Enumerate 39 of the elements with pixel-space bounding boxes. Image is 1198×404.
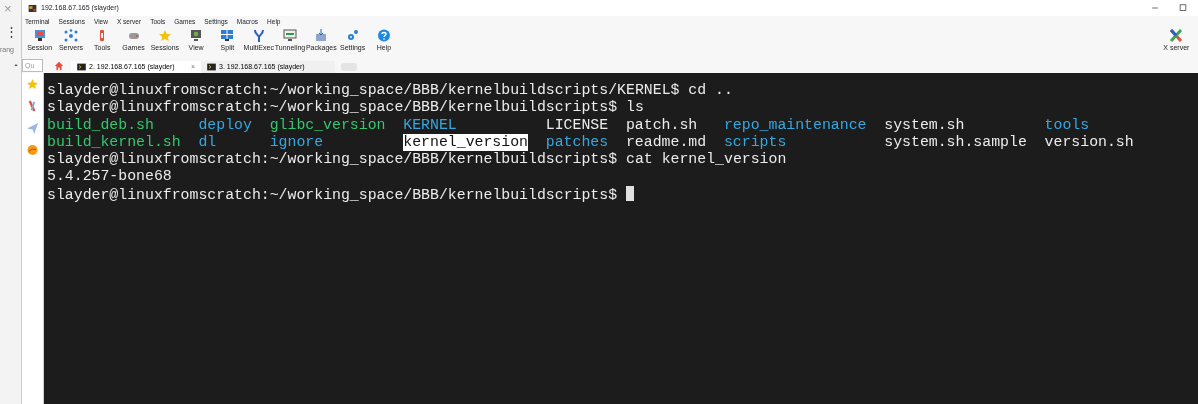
terminal-line: slayder@linuxfromscratch:~/working_space/BBB/kernelbuildscripts$ cat kernel_version bbox=[47, 151, 787, 168]
session-icon bbox=[32, 29, 47, 42]
file-name: LICENSE bbox=[545, 116, 610, 134]
file-name: build_deb.sh bbox=[47, 116, 155, 134]
file-name: system.sh.sample bbox=[884, 133, 1028, 152]
file-name: system.sh bbox=[884, 116, 966, 134]
file-name: kernel_version bbox=[403, 133, 528, 152]
terminal-output: 5.4.257-bone68 bbox=[47, 168, 172, 185]
maximize-icon[interactable] bbox=[1178, 3, 1188, 13]
terminal-line: slayder@linuxfromscratch:~/working_space/BBB/kernelbuildscripts/KERNEL$ cd .. bbox=[47, 82, 733, 98]
file-name: patch.sh bbox=[625, 116, 699, 134]
file-name: glibc_version bbox=[269, 116, 387, 134]
file-name: version.sh bbox=[1044, 133, 1134, 152]
terminal-line: slayder@linuxfromscratch:~/working_space/BBB/kernelbuildscripts$ ls bbox=[47, 99, 644, 116]
file-name: tools bbox=[1044, 116, 1090, 134]
file-name: readme.md bbox=[625, 133, 708, 152]
file-name: build_kernel.sh bbox=[47, 133, 182, 152]
terminal-app-icon bbox=[28, 3, 37, 13]
file-name: scripts bbox=[723, 133, 788, 152]
fork-icon bbox=[251, 29, 266, 42]
file-name: repo_maintenance bbox=[723, 116, 868, 134]
file-name: patches bbox=[545, 133, 610, 152]
file-name: deploy bbox=[198, 116, 253, 134]
network-icon bbox=[63, 29, 78, 42]
x-icon bbox=[1169, 29, 1184, 42]
home-icon[interactable] bbox=[53, 60, 65, 71]
package-icon bbox=[314, 29, 329, 42]
file-name: dl bbox=[198, 133, 218, 152]
file-name: KERNEL bbox=[403, 116, 458, 134]
menu-button[interactable]: ⋮ bbox=[0, 17, 18, 39]
paper-plane-icon bbox=[26, 122, 39, 134]
terminal-icon bbox=[207, 63, 216, 71]
monitor-icon bbox=[189, 29, 204, 42]
terminal-line: slayder@linuxfromscratch:~/working_space/BBB/kernelbuildscripts$ bbox=[47, 186, 618, 203]
file-name: ignore bbox=[269, 133, 325, 152]
star-icon bbox=[26, 78, 39, 90]
ball-icon bbox=[26, 144, 39, 156]
terminal-icon bbox=[77, 63, 86, 71]
star-icon bbox=[157, 29, 172, 42]
